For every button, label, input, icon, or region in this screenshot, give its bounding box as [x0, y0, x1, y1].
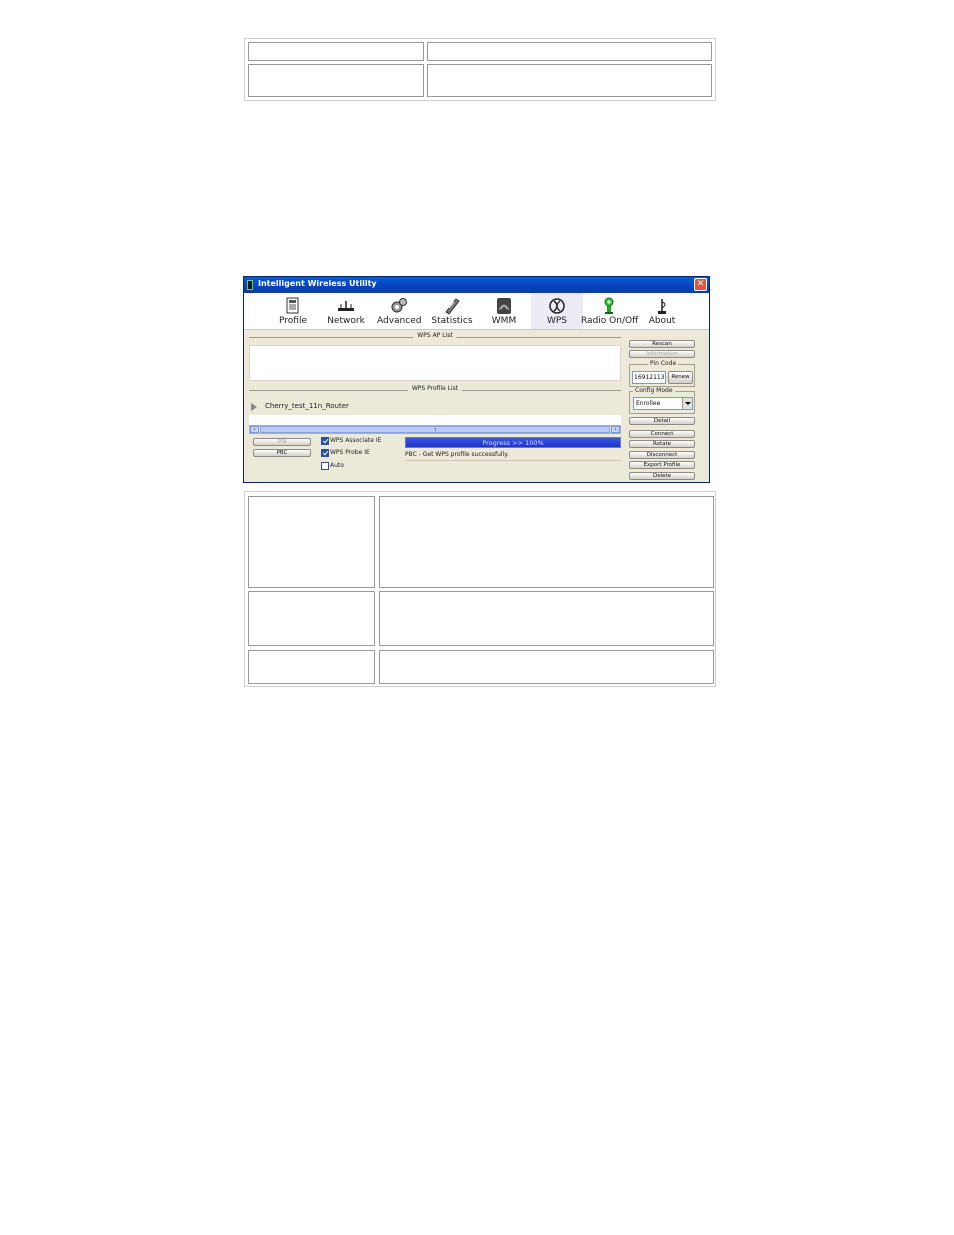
horizontal-scrollbar[interactable]: ‹ ›: [249, 425, 621, 434]
main-toolbar: Profile Network Advanced Statistics WMM …: [244, 293, 709, 330]
pin-code-group: Pin Code 16912113 Renew: [629, 360, 695, 387]
wmm-icon: [497, 298, 511, 314]
tab-profile[interactable]: Profile: [274, 293, 312, 329]
scroll-thumb[interactable]: [260, 426, 610, 433]
table-cell: [427, 42, 712, 61]
checkbox-label: WPS Probe IE: [330, 449, 370, 456]
statistics-icon: [445, 298, 460, 315]
table-cell: [379, 496, 714, 588]
tab-wmm[interactable]: WMM: [486, 293, 522, 329]
table-cell: [248, 42, 424, 61]
document-table-top: [244, 38, 716, 101]
rescan-button[interactable]: Rescan: [629, 340, 695, 348]
profile-list-area[interactable]: [249, 415, 621, 425]
config-mode-group: Config Mode Enrollee: [629, 387, 695, 414]
wps-panel: WPS AP List WPS Profile List Cherry_test…: [244, 330, 709, 482]
radio-icon: [604, 297, 614, 314]
table-cell: [248, 591, 375, 646]
tab-about[interactable]: About: [645, 293, 679, 329]
profile-icon: [286, 297, 299, 314]
tab-label: Statistics: [431, 316, 473, 326]
renew-button[interactable]: Renew: [668, 371, 693, 384]
rotate-button[interactable]: Rotate: [629, 440, 695, 448]
auto-checkbox[interactable]: [321, 462, 329, 470]
tab-advanced[interactable]: Advanced: [377, 293, 421, 329]
advanced-icon: [391, 298, 407, 313]
close-icon[interactable]: ✕: [694, 278, 707, 291]
title-bar: Intelligent Wireless Utility ✕: [244, 277, 709, 293]
checkbox-label: WPS Associate IE: [330, 437, 382, 444]
table-cell: [379, 591, 714, 646]
config-mode-select[interactable]: Enrollee: [633, 397, 693, 410]
wps-associate-ie-checkbox[interactable]: [321, 437, 329, 445]
tab-label: WMM: [491, 316, 517, 326]
about-icon: [658, 299, 666, 314]
checkbox-label: Auto: [330, 462, 344, 469]
tab-radio-on-off[interactable]: Radio On/Off: [581, 293, 639, 329]
network-icon: [338, 301, 354, 311]
wps-probe-ie-checkbox[interactable]: [321, 449, 329, 457]
progress-text: Progress >> 100%: [482, 439, 544, 447]
disconnect-button[interactable]: Disconnect: [629, 451, 695, 459]
table-cell: [427, 64, 712, 97]
scroll-right-icon[interactable]: ›: [611, 426, 620, 433]
information-button[interactable]: Information: [629, 350, 695, 358]
wps-ap-list[interactable]: [249, 345, 621, 381]
config-mode-label: Config Mode: [633, 387, 675, 394]
wireless-utility-window: Intelligent Wireless Utility ✕ Profile N…: [243, 276, 710, 483]
tab-statistics[interactable]: Statistics: [430, 293, 474, 329]
app-icon: [247, 280, 253, 290]
tab-label: WPS: [546, 316, 568, 326]
pbc-button[interactable]: PBC: [253, 449, 311, 457]
config-mode-value: Enrollee: [636, 400, 661, 407]
delete-button[interactable]: Delete: [629, 472, 695, 480]
table-cell: [248, 650, 375, 684]
wps-profile-list-header: WPS Profile List: [249, 385, 621, 394]
window-title: Intelligent Wireless Utility: [258, 279, 377, 288]
tab-label: About: [648, 316, 676, 326]
list-item[interactable]: Cherry_test_11n_Router: [249, 399, 621, 415]
table-cell: [248, 64, 424, 97]
profile-name: Cherry_test_11n_Router: [265, 402, 349, 410]
row-selector-icon: [251, 403, 257, 411]
export-profile-button[interactable]: Export Profile: [629, 461, 695, 469]
table-cell: [379, 650, 714, 684]
status-text: PBC - Get WPS profile successfully.: [405, 451, 621, 461]
tab-label: Advanced: [377, 316, 422, 326]
connect-button[interactable]: Connect: [629, 430, 695, 438]
chevron-down-icon[interactable]: [682, 398, 692, 409]
pin-button[interactable]: PIN: [253, 438, 311, 446]
scroll-left-icon[interactable]: ‹: [250, 426, 259, 433]
wps-icon: [549, 298, 565, 314]
tab-network[interactable]: Network: [326, 293, 366, 329]
detail-button[interactable]: Detail: [629, 417, 695, 425]
tab-wps[interactable]: WPS: [531, 293, 583, 329]
tab-label: Profile: [279, 316, 307, 326]
tab-label: Radio On/Off: [581, 316, 639, 326]
table-cell: [248, 496, 375, 588]
tab-label: Network: [327, 316, 365, 326]
pin-code-field[interactable]: 16912113: [632, 371, 666, 384]
progress-bar: Progress >> 100%: [405, 437, 621, 448]
pin-code-label: Pin Code: [648, 360, 679, 367]
wps-ap-list-header: WPS AP List: [249, 332, 621, 341]
document-table-bottom: [244, 491, 716, 687]
